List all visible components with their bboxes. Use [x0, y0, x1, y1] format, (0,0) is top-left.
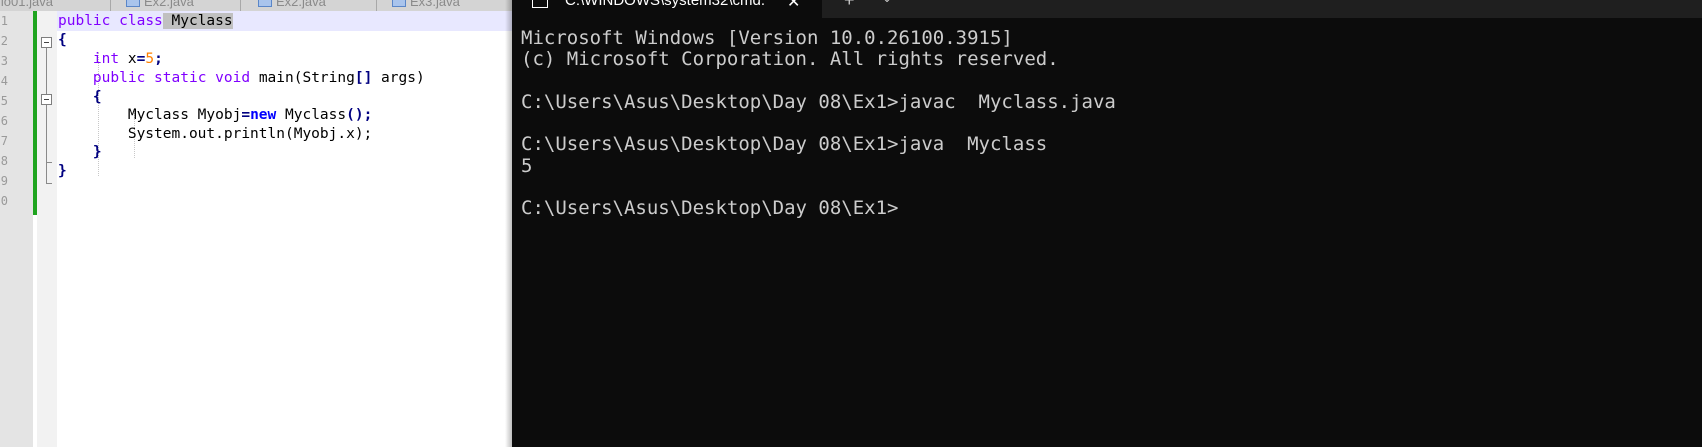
method-signature: main(String [258, 70, 355, 86]
tab-separator [110, 0, 111, 11]
editor-tab-1[interactable]: llo01.java [0, 0, 53, 10]
code-editor[interactable]: llo01.java Ex2.java Ex2.java Ex3.java 1 … [0, 0, 512, 447]
keyword-new: new [250, 107, 277, 123]
editor-tab-label: Ex3.java [410, 0, 460, 9]
semicolon: ; [154, 51, 163, 67]
println-argument: (Myobj.x); [284, 126, 373, 142]
terminal-output-line: 5 [521, 155, 533, 177]
fold-guide-line [46, 105, 47, 162]
brace: { [92, 89, 102, 105]
window-edge-shadow [505, 0, 512, 447]
keyword-static: static [154, 70, 207, 86]
terminal-tab-title: C:\WINDOWS\system32\cmd. [565, 0, 766, 9]
fold-guide-line [46, 162, 47, 183]
fold-end-marker [46, 183, 52, 184]
code-line-6[interactable]: Myclass Myobj=new Myclass(); [58, 105, 372, 125]
terminal-command-line: C:\Users\Asus\Desktop\Day 08\Ex1>javac M… [521, 91, 1116, 113]
line-number: 5 [0, 94, 8, 108]
line-number: 3 [0, 54, 8, 68]
variable-x: x [127, 51, 137, 67]
keyword-class: class [119, 13, 163, 29]
keyword-public: public [58, 13, 111, 29]
line-number: 1 [0, 14, 8, 28]
line-number: 4 [0, 74, 8, 88]
operator-equals: = [241, 107, 251, 123]
brace: { [58, 32, 67, 48]
editor-tab-label: Ex2.java [144, 0, 194, 9]
terminal-output-line: (c) Microsoft Corporation. All rights re… [521, 48, 1059, 70]
terminal-tab-bar: C:\WINDOWS\system32\cmd. ✕ + ⌄ [512, 0, 1702, 18]
code-line-4[interactable]: public static void main(String[] args) [58, 68, 425, 88]
line-number: 7 [0, 134, 8, 148]
keyword-void: void [215, 70, 251, 86]
tab-separator [376, 0, 377, 11]
line-number: 0 [0, 194, 8, 208]
code-line-2[interactable]: { [58, 30, 67, 50]
line-number-gutter: 1 2 3 4 5 6 7 8 9 0 [0, 11, 33, 447]
editor-tab-bar: llo01.java Ex2.java Ex2.java Ex3.java [0, 0, 512, 11]
editor-tab-3[interactable]: Ex2.java [258, 0, 326, 10]
code-line-5[interactable]: { [58, 87, 102, 107]
editor-tab-label: llo01.java [0, 0, 53, 9]
close-icon[interactable]: ✕ [787, 0, 800, 12]
editor-tab-4[interactable]: Ex3.java [392, 0, 460, 10]
println-call: System.out.println [127, 126, 285, 142]
terminal-tab[interactable]: C:\WINDOWS\system32\cmd. ✕ [512, 0, 822, 18]
fold-guide-line [46, 48, 47, 94]
class-name: Myclass [171, 13, 233, 29]
cmd-icon [532, 0, 548, 8]
line-number: 8 [0, 154, 8, 168]
terminal-command-line: C:\Users\Asus\Desktop\Day 08\Ex1>java My… [521, 133, 1048, 155]
java-file-icon [258, 0, 272, 7]
constructor-parens: (); [346, 107, 373, 123]
java-file-icon [392, 0, 406, 7]
line-number: 6 [0, 114, 8, 128]
object-declaration: Myclass Myobj [127, 107, 242, 123]
tab-separator [240, 0, 241, 11]
code-line-1[interactable]: public class Myclass [58, 11, 233, 31]
terminal-prompt[interactable]: C:\Users\Asus\Desktop\Day 08\Ex1> [521, 197, 899, 219]
java-file-icon [126, 0, 140, 7]
code-line-3[interactable]: int x=5; [58, 49, 163, 69]
keyword-public: public [92, 70, 146, 86]
method-args: args) [372, 70, 425, 86]
array-brackets: [] [354, 70, 373, 86]
new-tab-icon[interactable]: + [844, 0, 855, 11]
code-line-8[interactable]: } [58, 142, 102, 162]
type-int: int [92, 51, 120, 67]
editor-tab-label: Ex2.java [276, 0, 326, 9]
line-number: 9 [0, 174, 8, 188]
brace: } [58, 163, 67, 179]
fold-margin [37, 11, 57, 447]
number-literal: 5 [145, 51, 155, 67]
code-line-7[interactable]: System.out.println(Myobj.x); [58, 124, 372, 144]
fold-collapse-icon[interactable] [41, 94, 52, 105]
editor-tab-2[interactable]: Ex2.java [126, 0, 194, 10]
terminal-output-line: Microsoft Windows [Version 10.0.26100.39… [521, 27, 1013, 49]
line-number: 2 [0, 34, 8, 48]
chevron-down-icon[interactable]: ⌄ [882, 0, 892, 5]
constructor-name: Myclass [276, 107, 347, 123]
brace: } [92, 144, 102, 160]
terminal-window[interactable]: C:\WINDOWS\system32\cmd. ✕ + ⌄ Microsoft… [512, 0, 1702, 447]
fold-collapse-icon[interactable] [41, 37, 52, 48]
code-line-9[interactable]: } [58, 161, 67, 181]
